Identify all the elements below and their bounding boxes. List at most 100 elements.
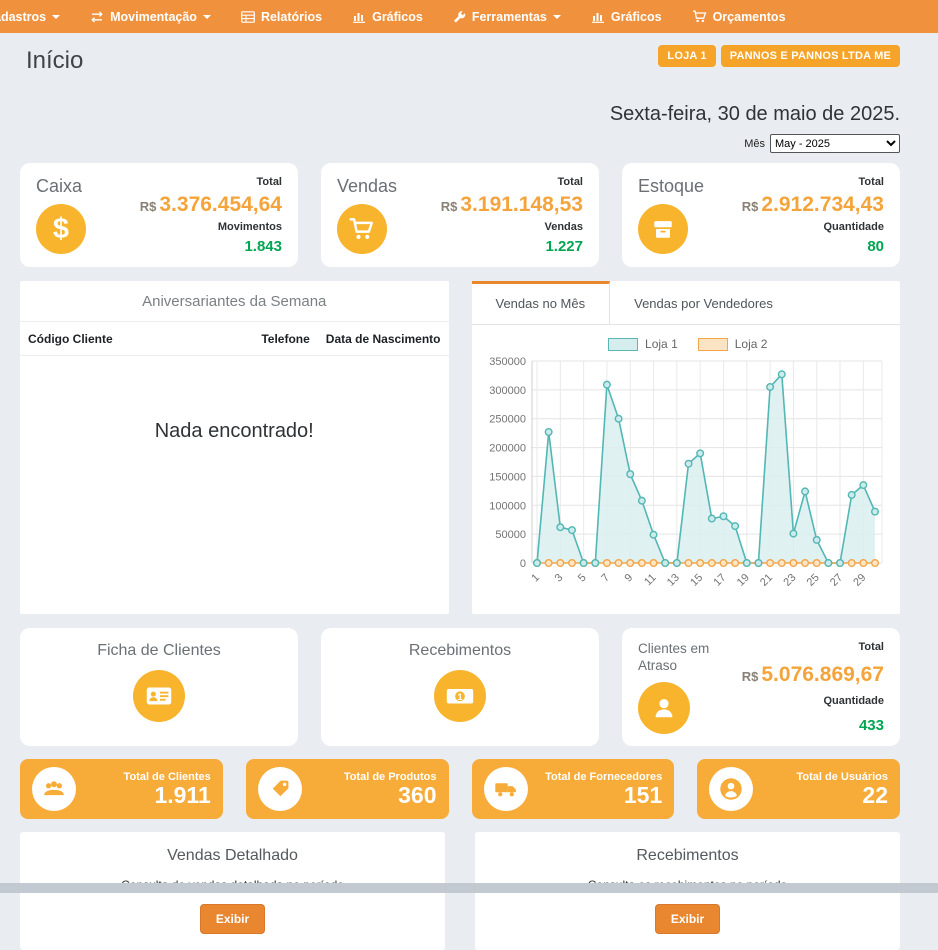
store-badges: LOJA 1 PANNOS E PANNOS LTDA ME	[658, 45, 900, 67]
current-date: Sexta-feira, 30 de maio de 2025.	[20, 103, 900, 126]
clientes-atraso-card: Clientes em Atraso Total R$5.076.869,67 …	[622, 628, 900, 746]
exchange-icon	[90, 11, 104, 23]
sub-value: 433	[742, 717, 884, 734]
exibir-vendas-button[interactable]: Exibir	[200, 904, 265, 934]
cart-icon	[337, 204, 387, 254]
svg-text:23: 23	[781, 572, 798, 589]
cart-icon	[692, 10, 707, 23]
users-icon	[32, 767, 76, 811]
svg-text:5: 5	[575, 572, 588, 585]
svg-text:9: 9	[622, 572, 635, 585]
total-clientes-tile[interactable]: Total de Clientes 1.911	[20, 759, 223, 819]
bar-chart-icon	[591, 11, 605, 23]
sub-label: Movimentos	[140, 221, 282, 233]
company-badge: PANNOS E PANNOS LTDA ME	[721, 45, 900, 67]
tile-value: 22	[753, 784, 888, 807]
tab-vendas-por-vendedores[interactable]: Vendas por Vendedores	[610, 281, 797, 324]
total-produtos-tile[interactable]: Total de Produtos 360	[246, 759, 449, 819]
total-value: R$3.191.148,53	[441, 193, 583, 216]
vendas-mes-chart: 0500001000001500002000002500003000003500…	[482, 353, 890, 605]
legend-swatch-loja2	[698, 338, 728, 351]
total-value: R$3.376.454,64	[140, 193, 282, 216]
column-telefone: Telefone	[261, 332, 309, 346]
card-title: Clientes em Atraso	[638, 641, 722, 675]
nav-label: Movimentação	[110, 10, 197, 24]
report-title: Vendas Detalhado	[20, 847, 445, 865]
ficha-clientes-card[interactable]: Ficha de Clientes	[20, 628, 298, 746]
svg-text:250000: 250000	[489, 414, 526, 426]
exibir-recebimentos-button[interactable]: Exibir	[655, 904, 720, 934]
total-value: R$5.076.869,67	[742, 663, 884, 686]
svg-text:13: 13	[664, 572, 681, 589]
store-badge[interactable]: LOJA 1	[658, 45, 715, 67]
tile-label: Total de Usuários	[753, 771, 888, 783]
id-card-icon	[133, 670, 185, 722]
svg-text:350000: 350000	[489, 356, 526, 368]
sub-label: Vendas	[441, 221, 583, 233]
report-title: Recebimentos	[475, 847, 900, 865]
nav-item-graficos-1[interactable]: Gráficos	[352, 10, 423, 24]
tile-value: 151	[528, 784, 663, 807]
svg-text:0: 0	[519, 558, 525, 570]
nav-item-relatorios[interactable]: Relatórios	[241, 10, 322, 24]
recebimentos-card[interactable]: Recebimentos 1	[321, 628, 599, 746]
svg-text:50000: 50000	[495, 529, 526, 541]
birthdays-panel: Aniversariantes da Semana Código Cliente…	[20, 281, 449, 614]
svg-text:11: 11	[642, 572, 659, 589]
svg-text:29: 29	[851, 572, 868, 589]
total-label: Total	[140, 176, 282, 188]
month-select[interactable]: May - 2025	[770, 134, 900, 153]
tab-vendas-no-mes[interactable]: Vendas no Mês	[472, 281, 611, 324]
total-usuarios-tile[interactable]: Total de Usuários 22	[697, 759, 900, 819]
empty-message: Nada encontrado!	[20, 356, 449, 443]
footer-strip	[0, 883, 938, 893]
nav-label: Ferramentas	[472, 10, 547, 24]
sub-label: Quantidade	[742, 221, 884, 233]
tag-icon	[258, 767, 302, 811]
svg-text:1: 1	[457, 691, 462, 702]
bar-chart-icon	[352, 11, 366, 23]
svg-text:25: 25	[804, 572, 821, 589]
nav-item-orcamentos[interactable]: Orçamentos	[692, 10, 786, 24]
legend-swatch-loja1	[608, 338, 638, 351]
sub-value: 1.843	[140, 238, 282, 255]
card-title: Ficha de Clientes	[20, 642, 298, 660]
box-icon	[638, 204, 688, 254]
svg-text:17: 17	[711, 572, 728, 589]
svg-text:21: 21	[758, 572, 775, 589]
birthdays-table-header: Código Cliente Telefone Data de Nascimen…	[20, 322, 449, 356]
user-icon	[638, 682, 690, 734]
tile-value: 1.911	[76, 784, 211, 807]
svg-text:300000: 300000	[489, 385, 526, 397]
truck-icon	[484, 767, 528, 811]
chevron-down-icon	[553, 15, 561, 19]
nav-item-ferramentas[interactable]: Ferramentas	[453, 10, 561, 24]
nav-label: Gráficos	[372, 10, 423, 24]
chevron-down-icon	[52, 15, 60, 19]
chevron-down-icon	[203, 15, 211, 19]
card-title: Caixa	[36, 176, 86, 197]
svg-text:27: 27	[828, 572, 845, 589]
total-label: Total	[742, 176, 884, 188]
column-codigo-cliente: Código Cliente	[28, 332, 261, 346]
svg-text:1: 1	[529, 572, 542, 585]
svg-text:7: 7	[599, 572, 612, 585]
sub-label: Quantidade	[742, 695, 884, 707]
user-circle-icon	[709, 767, 753, 811]
nav-item-movimentacao[interactable]: Movimentação	[90, 10, 211, 24]
svg-text:3: 3	[552, 572, 565, 585]
money-bill-icon: 1	[434, 670, 486, 722]
nav-label: Orçamentos	[713, 10, 786, 24]
nav-label: Gráficos	[611, 10, 662, 24]
nav-item-graficos-2[interactable]: Gráficos	[591, 10, 662, 24]
tile-label: Total de Produtos	[302, 771, 437, 783]
card-title: Vendas	[337, 176, 397, 197]
caixa-card: Caixa $ Total R$3.376.454,64 Movimentos …	[20, 163, 298, 267]
dollar-icon: $	[36, 204, 86, 254]
table-icon	[241, 11, 255, 23]
nav-item-cadastros[interactable]: adastros	[0, 10, 60, 24]
total-fornecedores-tile[interactable]: Total de Fornecedores 151	[472, 759, 675, 819]
sub-value: 1.227	[441, 238, 583, 255]
total-label: Total	[441, 176, 583, 188]
tile-label: Total de Fornecedores	[528, 771, 663, 783]
